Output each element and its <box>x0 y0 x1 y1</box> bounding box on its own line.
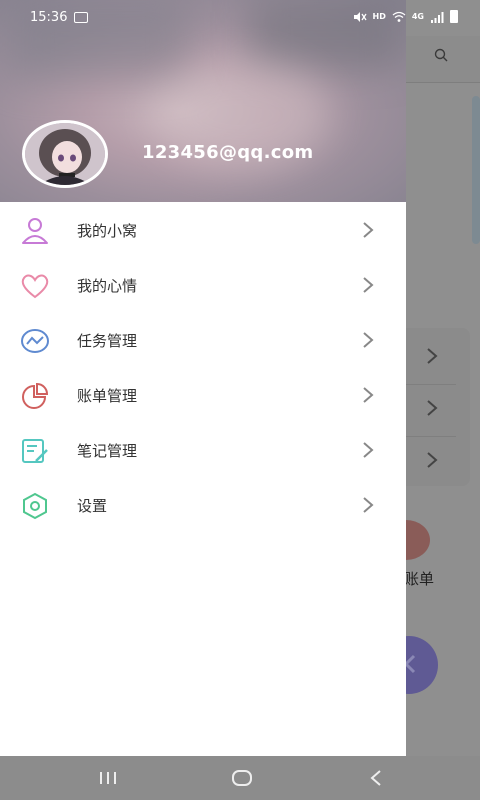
drawer-menu: 我的小窝 我的心情 任务管理 账单管理 笔记管理 设置 <box>0 203 406 533</box>
hexagon-settings-icon <box>23 492 47 520</box>
chevron-right-icon <box>363 277 374 293</box>
mute-icon <box>353 11 367 22</box>
background-scroll-indicator <box>472 96 480 244</box>
search-icon <box>434 48 448 62</box>
hd-indicator: HD <box>372 12 386 21</box>
avatar[interactable] <box>22 120 108 188</box>
avatar-image <box>25 123 105 185</box>
background-card-divider <box>406 384 456 385</box>
menu-item-note-management[interactable]: 笔记管理 <box>0 423 406 478</box>
chevron-right-icon <box>363 332 374 348</box>
gallery-notification-icon <box>74 12 88 23</box>
menu-item-label: 我的心情 <box>77 277 138 295</box>
background-card-divider <box>406 436 456 437</box>
navigation-drawer: 123456@qq.com 我的小窝 我的心情 任务管理 账单管理 笔记管理 设… <box>0 0 406 756</box>
note-edit-icon <box>22 439 48 463</box>
chart-line-icon <box>21 329 49 353</box>
chevron-right-icon <box>363 442 374 458</box>
menu-item-label: 我的小窝 <box>77 222 138 240</box>
menu-item-task-management[interactable]: 任务管理 <box>0 313 406 368</box>
menu-item-my-mood[interactable]: 我的心情 <box>0 258 406 313</box>
chevron-right-icon <box>427 348 438 364</box>
recent-apps-button[interactable] <box>88 766 128 790</box>
menu-item-label: 任务管理 <box>77 332 138 350</box>
cell-type-indicator: 4G <box>411 12 424 21</box>
heart-icon <box>21 274 49 299</box>
system-navigation-bar <box>0 756 480 800</box>
battery-icon <box>450 10 458 23</box>
menu-item-label: 笔记管理 <box>77 442 138 460</box>
menu-item-bill-management[interactable]: 账单管理 <box>0 368 406 423</box>
home-button[interactable] <box>222 766 262 790</box>
wifi-icon <box>392 11 406 22</box>
chevron-right-icon <box>363 387 374 403</box>
user-email: 123456@qq.com <box>142 142 314 163</box>
status-time: 15:36 <box>30 10 68 25</box>
chevron-right-icon <box>363 222 374 238</box>
pie-chart-icon <box>22 382 49 409</box>
menu-item-label: 账单管理 <box>77 387 138 405</box>
menu-item-settings[interactable]: 设置 <box>0 478 406 533</box>
status-bar: 15:36 HD 4G <box>0 0 480 36</box>
person-icon <box>22 218 48 244</box>
menu-item-label: 设置 <box>77 497 108 515</box>
chevron-right-icon <box>427 400 438 416</box>
signal-icon <box>431 11 444 23</box>
chevron-right-icon <box>363 497 374 513</box>
chevron-right-icon <box>427 452 438 468</box>
menu-item-my-nest[interactable]: 我的小窝 <box>0 203 406 258</box>
back-button[interactable] <box>356 766 396 790</box>
background-bill-label: 账单 <box>404 570 435 588</box>
